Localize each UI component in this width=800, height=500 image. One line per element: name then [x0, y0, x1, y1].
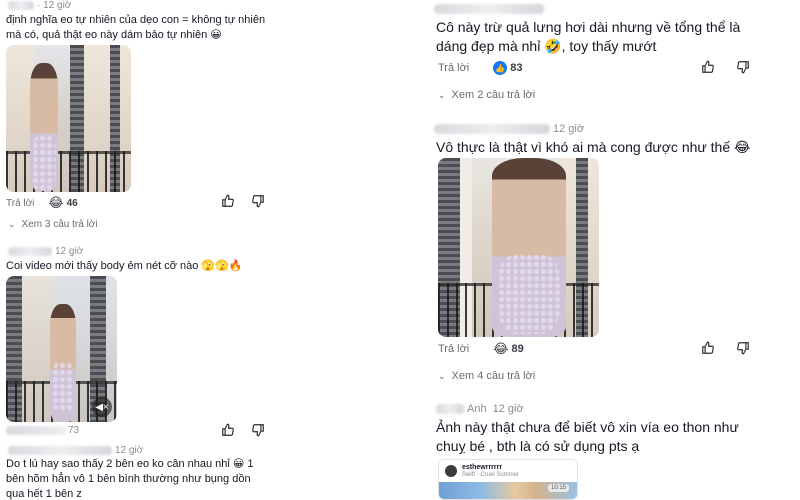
comment-attached-photo[interactable] [6, 45, 131, 192]
like-icon[interactable] [220, 422, 236, 438]
chevron-down-icon: ⌄ [438, 370, 446, 381]
view-replies-link[interactable]: ⌄ Xem 4 câu trả lời [438, 370, 535, 382]
comment-attached-photo[interactable] [438, 158, 599, 337]
like-reaction-icon: 👍 [493, 61, 508, 75]
reaction-count: 89 [511, 343, 524, 355]
comment-time: 12 giờ [55, 246, 84, 257]
commenter-name[interactable]: Anh [467, 403, 487, 415]
dislike-icon[interactable] [735, 59, 751, 75]
blurred-username [8, 246, 52, 256]
avatar [445, 465, 457, 477]
mute-icon[interactable]: ◀× [92, 397, 112, 417]
comment-text: định nghĩa eo tự nhiên của dẹo con = khô… [6, 14, 266, 41]
blurred-reply-row [6, 426, 66, 435]
comment-meta: · 12 giờ [8, 0, 71, 11]
comment-meta: 12 giờ [8, 246, 83, 257]
comment-text: Ảnh này thật chưa để biết vô xin vía eo … [436, 419, 739, 454]
reaction-summary[interactable]: 👍 83 [493, 61, 523, 75]
view-replies-link[interactable]: ⌄ Xem 2 câu trả lời [438, 89, 535, 101]
left-comment-column: · 12 giờ định nghĩa eo tự nhiên của dẹo … [0, 0, 272, 500]
preview-header: esthewrrrrrr Swift · Cruel Summer [439, 460, 577, 482]
laugh-reaction-icon: 😂 [493, 341, 509, 356]
comment-time: 12 giờ [553, 123, 585, 135]
comment-meta: 12 giờ [434, 123, 584, 135]
reply-button[interactable]: Trả lời [6, 198, 34, 209]
dislike-icon[interactable] [735, 340, 751, 356]
reaction-summary[interactable]: 73 [68, 425, 79, 436]
comment-action-row: Trả lời 😂 89 [438, 341, 778, 357]
comment-meta: 12 giờ [8, 445, 143, 456]
view-replies-link[interactable]: ⌄ Xem 3 câu trả lời [8, 219, 98, 230]
comment-time: 12 giờ [115, 445, 144, 456]
comment-meta [434, 4, 547, 15]
right-comment-column: Cô này trừ quả lưng hơi dài nhưng về tổn… [428, 0, 800, 500]
like-icon[interactable] [700, 340, 716, 356]
comment-action-row: Trả lời 👍 83 [438, 61, 778, 75]
chevron-down-icon: ⌄ [438, 89, 446, 100]
blurred-username [436, 404, 464, 415]
like-icon[interactable] [220, 193, 236, 209]
dislike-icon[interactable] [250, 193, 266, 209]
blurred-username [434, 124, 550, 135]
like-icon[interactable] [700, 59, 716, 75]
reaction-count: 83 [510, 62, 523, 74]
view-replies-label: Xem 4 câu trả lời [451, 370, 536, 382]
comment-text: Coi video mới thấy body ẻm nét cỡ nào 🫣🫣… [6, 260, 243, 272]
dislike-icon[interactable] [250, 422, 266, 438]
comment-time: · 12 giờ [37, 0, 72, 11]
blurred-username [8, 445, 112, 455]
laugh-reaction-icon: 😂 [48, 195, 64, 210]
comment-text: Do t lú hay sao thấy 2 bên eo ko cân nha… [6, 458, 254, 500]
view-replies-label: Xem 3 câu trả lời [21, 219, 98, 230]
preview-duration: 10:15 [547, 484, 569, 492]
comment-text: Vô thực là thật vì khó ai mà cong được n… [436, 139, 751, 155]
reply-button[interactable]: Trả lời [438, 343, 469, 355]
comment-meta: Anh 12 giờ [436, 403, 524, 415]
blurred-username [434, 4, 544, 15]
preview-account: esthewrrrrrr [462, 464, 503, 471]
comment-time: 12 giờ [492, 403, 524, 415]
screenshot-preview-card[interactable]: esthewrrrrrr Swift · Cruel Summer 10:15 [438, 459, 578, 500]
reaction-count: 46 [66, 197, 78, 209]
comment-attached-video[interactable]: ◀× [6, 276, 117, 422]
preview-song: Swift · Cruel Summer [462, 472, 520, 478]
reaction-summary[interactable]: 😂 46 [48, 195, 77, 211]
chevron-down-icon: ⌄ [8, 219, 16, 229]
blurred-username [8, 0, 34, 10]
reply-button[interactable]: Trả lời [438, 62, 469, 74]
reaction-count: 73 [68, 425, 80, 436]
reaction-summary[interactable]: 😂 89 [493, 341, 523, 357]
comment-text: Cô này trừ quả lưng hơi dài nhưng về tổn… [436, 19, 741, 54]
view-replies-label: Xem 2 câu trả lời [451, 89, 536, 101]
